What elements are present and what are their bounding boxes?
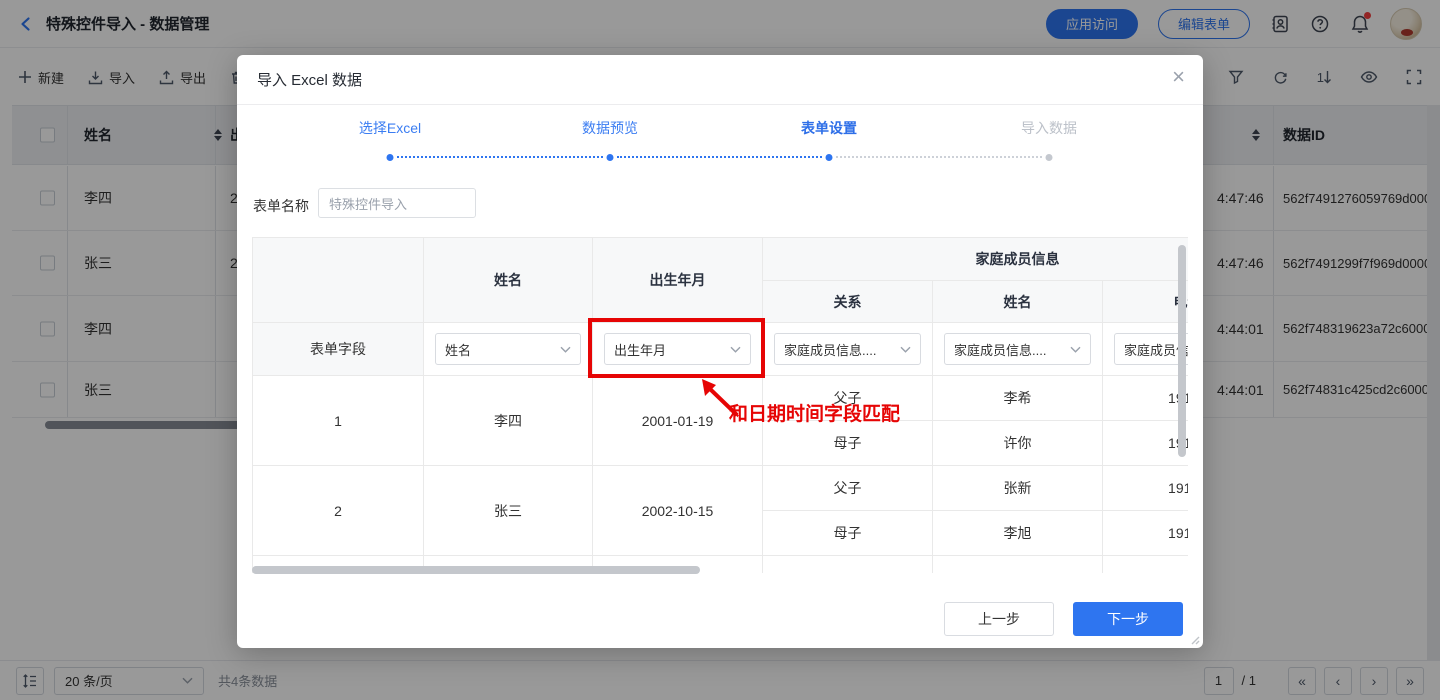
cell-member-name: 张新 bbox=[933, 466, 1103, 511]
annotation-text: 和日期时间字段匹配 bbox=[729, 399, 900, 426]
cell-index: 1 bbox=[253, 376, 424, 466]
modal-horizontal-scrollbar[interactable] bbox=[252, 566, 700, 574]
modal-title: 导入 Excel 数据 bbox=[257, 69, 362, 90]
step-select-excel[interactable]: 选择Excel bbox=[359, 118, 421, 138]
cell-member-name: 李希 bbox=[933, 376, 1103, 421]
resize-handle-icon[interactable] bbox=[1189, 634, 1200, 645]
field-select-relation[interactable]: 家庭成员信息.... bbox=[774, 333, 921, 365]
cell-phone: 19199 bbox=[1103, 421, 1189, 466]
cell-phone: 19177 bbox=[1103, 466, 1189, 511]
preview-row: 2 张三 2002-10-15 父子 张新 19177 bbox=[253, 466, 1189, 511]
chevron-down-icon bbox=[560, 346, 571, 353]
step-connector bbox=[836, 156, 1042, 158]
cell-member-name: 李旭 bbox=[933, 511, 1103, 556]
step-dot bbox=[826, 154, 833, 161]
step-dot bbox=[607, 154, 614, 161]
chevron-down-icon bbox=[1070, 346, 1081, 353]
previous-step-button[interactable]: 上一步 bbox=[944, 602, 1054, 636]
step-form-settings[interactable]: 表单设置 bbox=[801, 118, 857, 138]
col-group-family: 家庭成员信息 bbox=[763, 238, 1189, 281]
step-import-data: 导入数据 bbox=[1021, 118, 1077, 138]
step-dot bbox=[1046, 154, 1053, 161]
chevron-down-icon bbox=[900, 346, 911, 353]
cell-member-name: 许你 bbox=[933, 421, 1103, 466]
close-icon[interactable]: × bbox=[1172, 66, 1185, 88]
cell-name: 张三 bbox=[424, 466, 593, 556]
next-step-button[interactable]: 下一步 bbox=[1073, 602, 1183, 636]
cell-relation: 母子 bbox=[763, 421, 933, 466]
col-header-member-name: 姓名 bbox=[933, 281, 1103, 323]
step-data-preview[interactable]: 数据预览 bbox=[582, 118, 638, 138]
cell-birth: 2002-10-15 bbox=[593, 466, 763, 556]
modal-vertical-scrollbar[interactable] bbox=[1178, 245, 1186, 457]
field-select-name[interactable]: 姓名 bbox=[435, 333, 581, 365]
step-dot bbox=[387, 154, 394, 161]
field-select-phone[interactable]: 家庭成员信息.... bbox=[1114, 333, 1188, 365]
field-row-label: 表单字段 bbox=[253, 323, 424, 376]
cell-relation: 父子 bbox=[763, 466, 933, 511]
highlight-red-box bbox=[588, 318, 765, 378]
col-header-relation: 关系 bbox=[763, 281, 933, 323]
page: 特殊控件导入 - 数据管理 应用访问 编辑表单 bbox=[0, 0, 1440, 700]
step-connector bbox=[617, 156, 822, 158]
import-excel-modal: 导入 Excel 数据 × 选择Excel 数据预览 表单设置 导入数据 表单名… bbox=[237, 55, 1203, 648]
step-connector bbox=[397, 156, 603, 158]
col-header-blank bbox=[253, 238, 424, 323]
cell-name: 李四 bbox=[424, 376, 593, 466]
modal-header: 导入 Excel 数据 bbox=[237, 55, 1203, 105]
cell-phone: 19199 bbox=[1103, 376, 1189, 421]
col-header-phone: 电话 bbox=[1103, 281, 1189, 323]
col-header-name: 姓名 bbox=[424, 238, 593, 323]
cell-relation: 母子 bbox=[763, 511, 933, 556]
cell-phone: 19177 bbox=[1103, 511, 1189, 556]
col-header-birth: 出生年月 bbox=[593, 238, 763, 323]
cell-index: 2 bbox=[253, 466, 424, 556]
form-name-input[interactable]: 特殊控件导入 bbox=[318, 188, 476, 218]
form-name-label: 表单名称 bbox=[253, 196, 309, 216]
field-select-member-name[interactable]: 家庭成员信息.... bbox=[944, 333, 1091, 365]
